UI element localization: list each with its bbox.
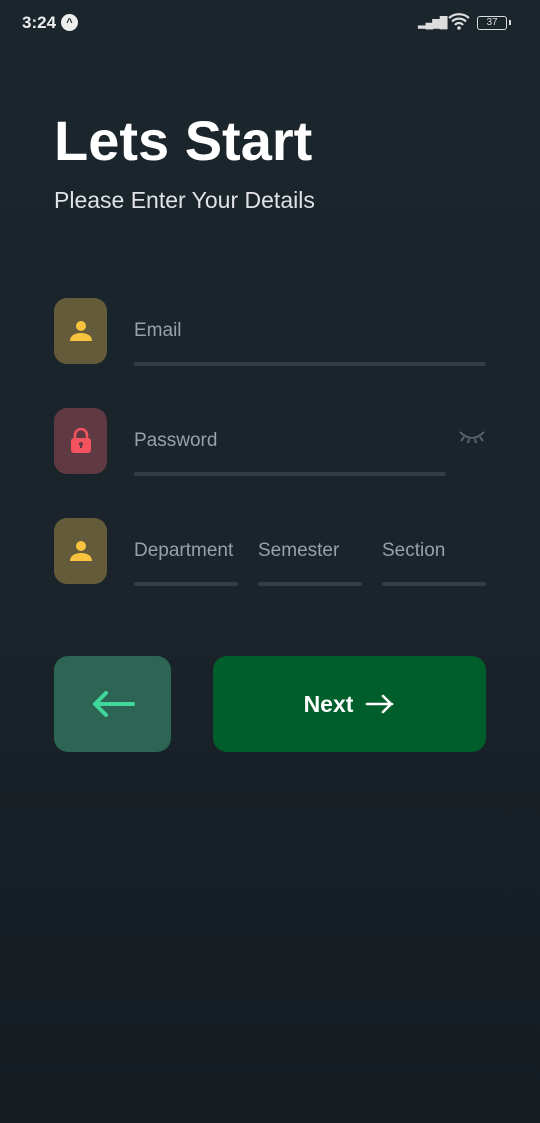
back-button[interactable]: [54, 656, 171, 752]
page-title: Lets Start: [54, 109, 313, 172]
lock-icon: [54, 408, 107, 474]
arrow-left-icon: [92, 691, 135, 717]
semester-input[interactable]: Semester: [258, 540, 339, 562]
status-bar: 3:24 ^ ▂▄▆█ 37: [0, 0, 540, 48]
wifi-icon: [448, 13, 470, 30]
email-input[interactable]: Email: [134, 320, 486, 342]
email-row: Email: [54, 298, 486, 366]
section-underline: [382, 582, 486, 586]
clock: 3:24: [22, 13, 57, 32]
eye-closed-icon[interactable]: [458, 428, 486, 446]
department-input[interactable]: Department: [134, 540, 233, 562]
department-underline: [134, 582, 238, 586]
next-button[interactable]: Next: [213, 656, 486, 752]
details-row: Department Semester Section: [54, 518, 486, 586]
password-input[interactable]: Password: [134, 430, 446, 452]
battery-icon: 37: [477, 16, 511, 30]
person-icon: [54, 298, 107, 364]
arrow-right-icon: [366, 694, 394, 714]
person-icon: [54, 518, 107, 584]
password-row: Password: [54, 408, 486, 476]
section-input[interactable]: Section: [382, 540, 445, 562]
semester-underline: [258, 582, 362, 586]
signal-icon: ▂▄▆█: [418, 17, 447, 29]
page-subtitle: Please Enter Your Details: [54, 187, 315, 213]
app-notification-icon: ^: [61, 14, 78, 31]
next-label: Next: [303, 690, 354, 717]
email-underline: [134, 362, 486, 366]
password-underline: [134, 472, 446, 476]
